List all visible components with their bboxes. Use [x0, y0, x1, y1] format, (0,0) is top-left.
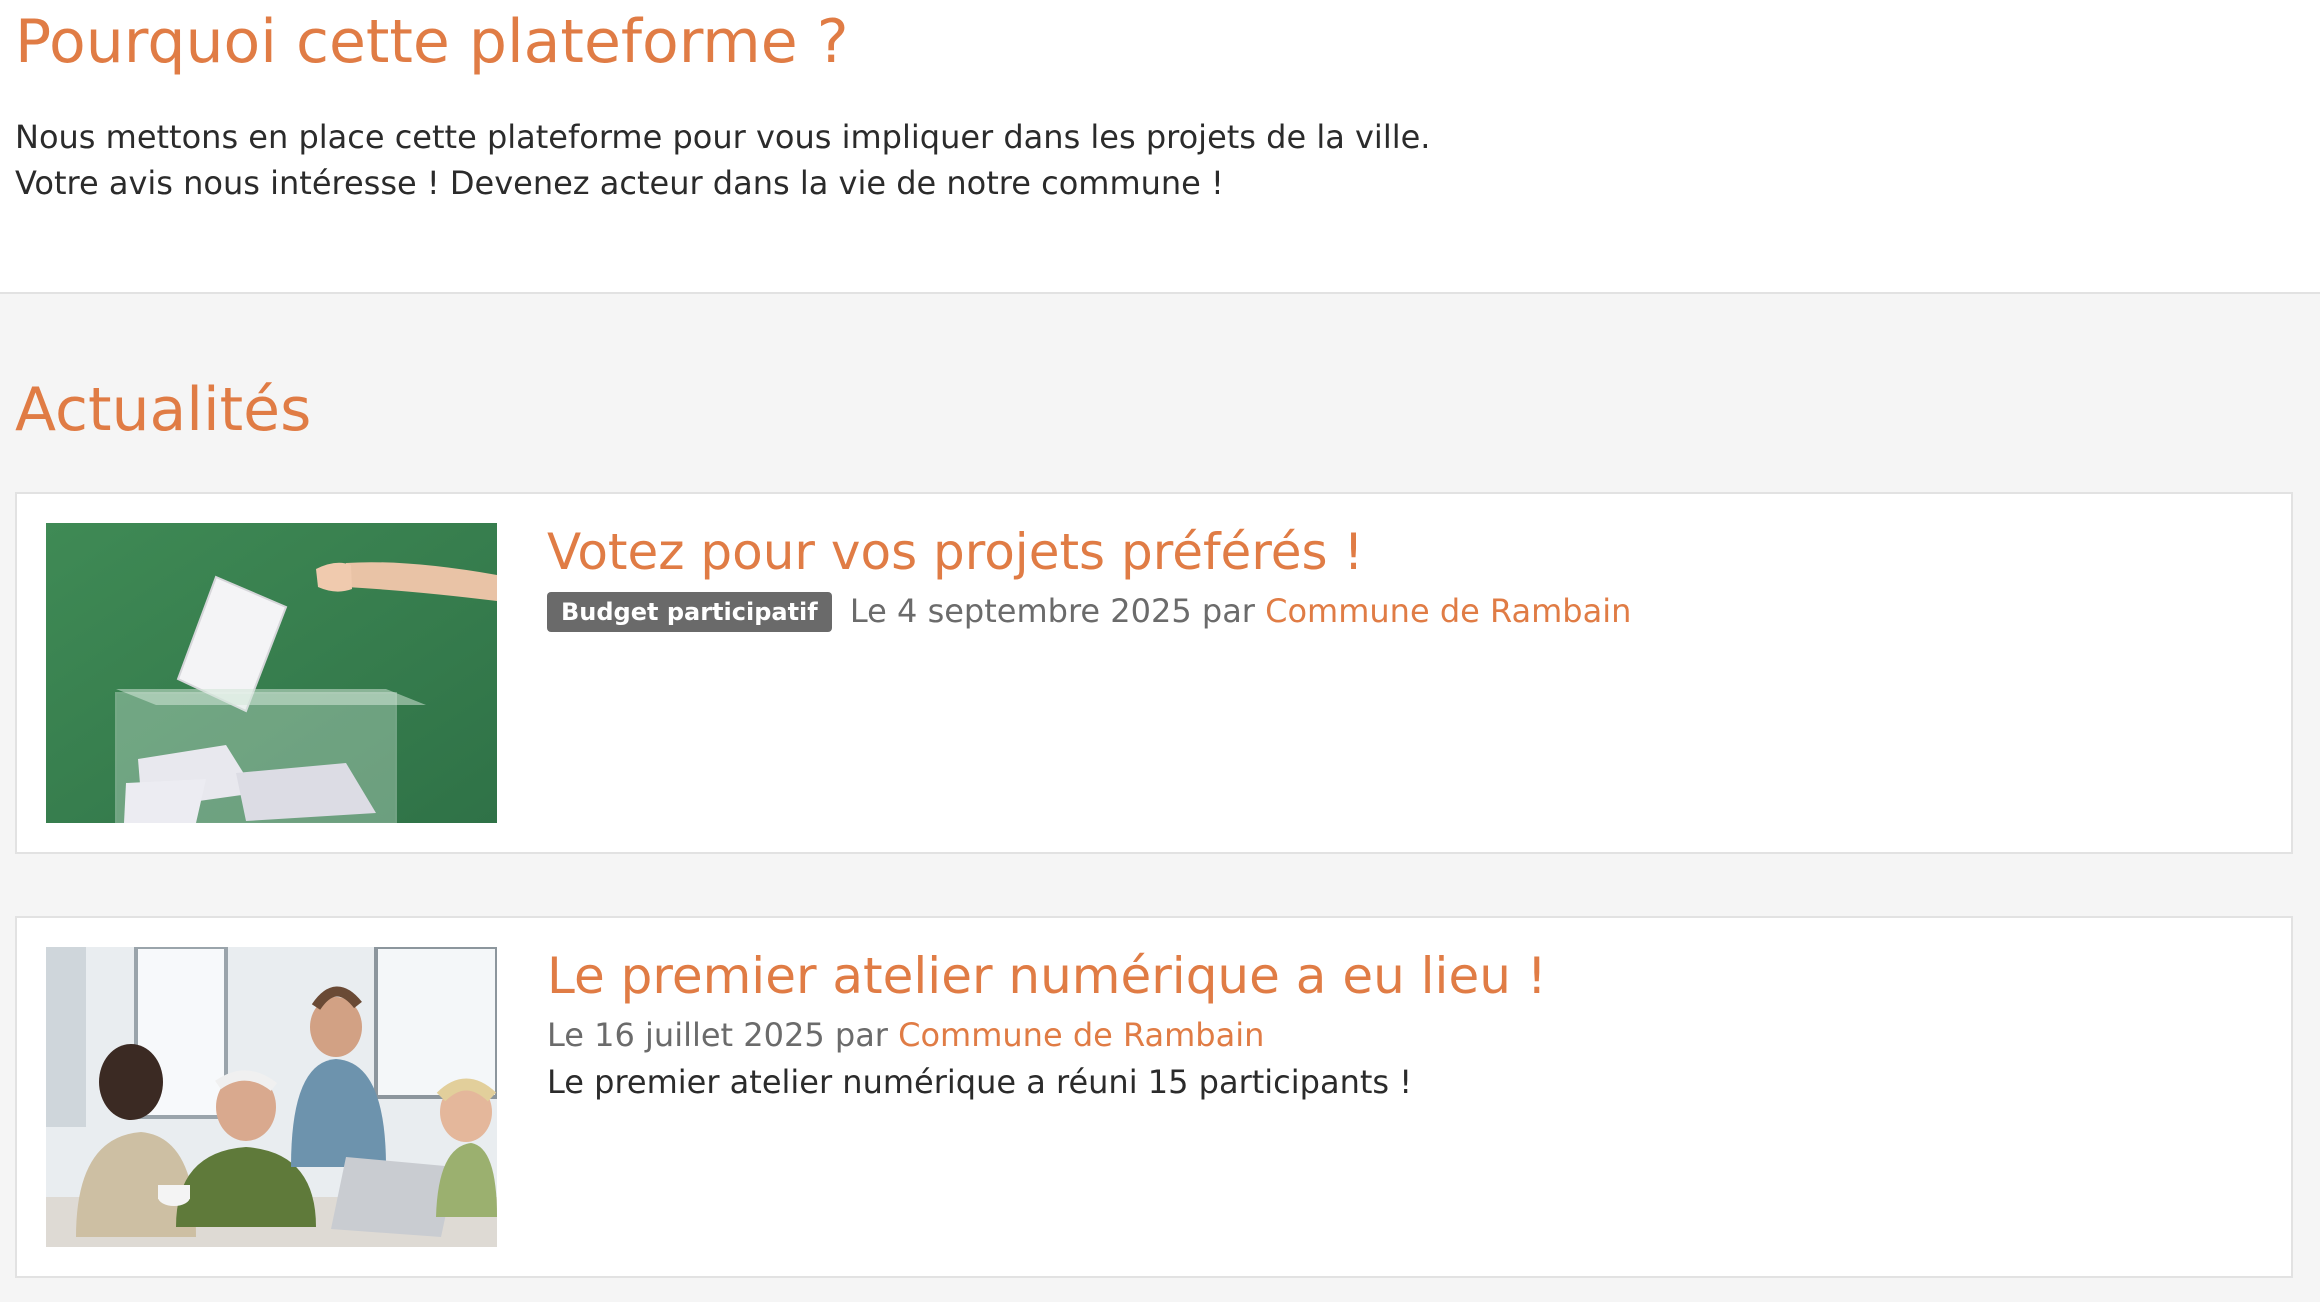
news-heading: Actualités: [15, 375, 312, 445]
workshop-photo-image: [46, 947, 497, 1247]
news-card[interactable]: Votez pour vos projets préférés ! Budget…: [15, 492, 2293, 854]
news-date: Le 16 juillet 2025 par: [547, 1016, 888, 1054]
ballot-box-image: [46, 523, 497, 823]
news-meta: Le 16 juillet 2025 par Commune de Rambai…: [547, 1013, 1264, 1057]
intro-line-1: Nous mettons en place cette plateforme p…: [15, 118, 1431, 156]
intro-title: Pourquoi cette plateforme ?: [15, 7, 849, 77]
intro-text: Nous mettons en place cette plateforme p…: [15, 114, 1430, 206]
news-meta: Budget participatif Le 4 septembre 2025 …: [547, 589, 1631, 633]
news-thumbnail-workshop[interactable]: [46, 947, 497, 1247]
news-thumbnail-ballot-box[interactable]: [46, 523, 497, 823]
news-excerpt: Le premier atelier numérique a réuni 15 …: [547, 1063, 1413, 1101]
news-author-link[interactable]: Commune de Rambain: [1265, 592, 1631, 630]
news-card[interactable]: Le premier atelier numérique a eu lieu !…: [15, 916, 2293, 1278]
intro-line-2: Votre avis nous intéresse ! Devenez acte…: [15, 164, 1224, 202]
news-date: Le 4 septembre 2025 par: [849, 592, 1255, 630]
news-title[interactable]: Votez pour vos projets préférés !: [547, 520, 1364, 584]
news-author-link[interactable]: Commune de Rambain: [898, 1016, 1264, 1054]
category-badge[interactable]: Budget participatif: [547, 592, 832, 632]
news-title[interactable]: Le premier atelier numérique a eu lieu !: [547, 944, 1547, 1008]
intro-section: Pourquoi cette plateforme ? Nous mettons…: [0, 0, 2320, 294]
